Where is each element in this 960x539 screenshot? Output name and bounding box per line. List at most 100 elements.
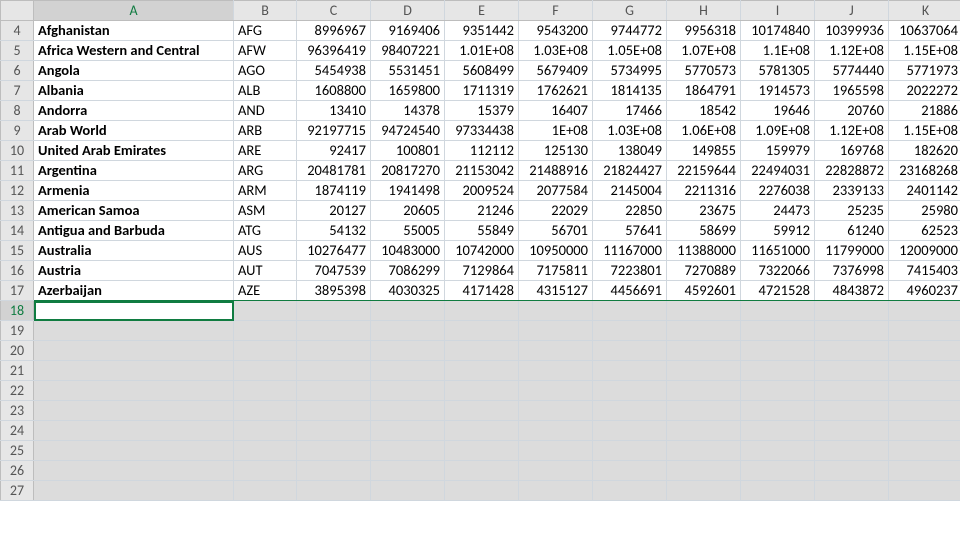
row-header[interactable]: 15 xyxy=(1,241,34,261)
cell-value[interactable]: 9169406 xyxy=(371,21,445,41)
col-header-F[interactable]: F xyxy=(519,1,593,21)
cell-value[interactable]: 9351442 xyxy=(445,21,519,41)
cell-value[interactable]: 11167000 xyxy=(593,241,667,261)
cell-value[interactable]: 5734995 xyxy=(593,61,667,81)
empty-cell[interactable] xyxy=(889,381,960,401)
empty-cell[interactable] xyxy=(741,361,815,381)
row-header[interactable]: 20 xyxy=(1,341,34,361)
cell-value[interactable]: 20817270 xyxy=(371,161,445,181)
empty-cell[interactable] xyxy=(593,321,667,341)
empty-cell[interactable] xyxy=(815,481,889,501)
empty-cell[interactable] xyxy=(667,361,741,381)
cell-value[interactable]: 55849 xyxy=(445,221,519,241)
cell-value[interactable]: 10276477 xyxy=(297,241,371,261)
cell-value[interactable]: 2022272 xyxy=(889,81,960,101)
empty-cell[interactable] xyxy=(519,401,593,421)
cell-value[interactable]: 159979 xyxy=(741,141,815,161)
row-header[interactable]: 21 xyxy=(1,361,34,381)
cell-value[interactable]: 96396419 xyxy=(297,41,371,61)
cell-country-code[interactable]: ARE xyxy=(234,141,297,161)
cell-value[interactable]: 15379 xyxy=(445,101,519,121)
cell-value[interactable]: 12009000 xyxy=(889,241,960,261)
empty-cell[interactable] xyxy=(741,461,815,481)
active-cell[interactable] xyxy=(34,301,234,321)
row-header[interactable]: 8 xyxy=(1,101,34,121)
cell-value[interactable]: 94724540 xyxy=(371,121,445,141)
cell-value[interactable]: 9543200 xyxy=(519,21,593,41)
empty-cell[interactable] xyxy=(234,401,297,421)
empty-cell[interactable] xyxy=(34,481,234,501)
empty-cell[interactable] xyxy=(667,381,741,401)
empty-cell[interactable] xyxy=(34,401,234,421)
empty-cell[interactable] xyxy=(371,421,445,441)
cell-country-name[interactable]: Armenia xyxy=(34,181,234,201)
empty-cell[interactable] xyxy=(445,381,519,401)
row-header[interactable]: 9 xyxy=(1,121,34,141)
cell-country-code[interactable]: AFW xyxy=(234,41,297,61)
empty-cell[interactable] xyxy=(297,341,371,361)
empty-cell[interactable] xyxy=(297,401,371,421)
empty-cell[interactable] xyxy=(741,401,815,421)
cell-country-code[interactable]: AUS xyxy=(234,241,297,261)
empty-cell[interactable] xyxy=(34,441,234,461)
cell-value[interactable]: 1941498 xyxy=(371,181,445,201)
col-header-D[interactable]: D xyxy=(371,1,445,21)
cell-value[interactable]: 1.12E+08 xyxy=(815,121,889,141)
empty-cell[interactable] xyxy=(34,461,234,481)
empty-cell[interactable] xyxy=(519,301,593,321)
cell-value[interactable]: 57641 xyxy=(593,221,667,241)
cell-value[interactable]: 62523 xyxy=(889,221,960,241)
cell-country-code[interactable]: AND xyxy=(234,101,297,121)
empty-cell[interactable] xyxy=(297,361,371,381)
cell-value[interactable]: 55005 xyxy=(371,221,445,241)
cell-value[interactable]: 10399936 xyxy=(815,21,889,41)
cell-value[interactable]: 25235 xyxy=(815,201,889,221)
cell-value[interactable]: 1.09E+08 xyxy=(741,121,815,141)
empty-cell[interactable] xyxy=(593,421,667,441)
select-all-corner[interactable] xyxy=(1,1,34,21)
empty-cell[interactable] xyxy=(445,461,519,481)
cell-value[interactable]: 1.03E+08 xyxy=(593,121,667,141)
cell-value[interactable]: 22029 xyxy=(519,201,593,221)
cell-value[interactable]: 4315127 xyxy=(519,281,593,301)
cell-value[interactable]: 21824427 xyxy=(593,161,667,181)
empty-cell[interactable] xyxy=(889,461,960,481)
cell-value[interactable]: 5608499 xyxy=(445,61,519,81)
empty-cell[interactable] xyxy=(234,481,297,501)
row-header[interactable]: 5 xyxy=(1,41,34,61)
cell-value[interactable]: 5771973 xyxy=(889,61,960,81)
empty-cell[interactable] xyxy=(815,381,889,401)
cell-value[interactable]: 4171428 xyxy=(445,281,519,301)
empty-cell[interactable] xyxy=(371,321,445,341)
cell-country-name[interactable]: United Arab Emirates xyxy=(34,141,234,161)
cell-value[interactable]: 92417 xyxy=(297,141,371,161)
cell-value[interactable]: 4592601 xyxy=(667,281,741,301)
cell-value[interactable]: 98407221 xyxy=(371,41,445,61)
empty-cell[interactable] xyxy=(815,441,889,461)
empty-cell[interactable] xyxy=(445,321,519,341)
empty-cell[interactable] xyxy=(741,321,815,341)
empty-cell[interactable] xyxy=(889,341,960,361)
empty-cell[interactable] xyxy=(889,481,960,501)
cell-value[interactable]: 92197715 xyxy=(297,121,371,141)
cell-value[interactable]: 1.03E+08 xyxy=(519,41,593,61)
empty-cell[interactable] xyxy=(297,381,371,401)
cell-value[interactable]: 1762621 xyxy=(519,81,593,101)
empty-cell[interactable] xyxy=(815,341,889,361)
empty-cell[interactable] xyxy=(234,441,297,461)
cell-value[interactable]: 4721528 xyxy=(741,281,815,301)
empty-cell[interactable] xyxy=(889,401,960,421)
cell-value[interactable]: 58699 xyxy=(667,221,741,241)
cell-country-code[interactable]: AZE xyxy=(234,281,297,301)
cell-value[interactable]: 7223801 xyxy=(593,261,667,281)
cell-value[interactable]: 112112 xyxy=(445,141,519,161)
cell-value[interactable]: 182620 xyxy=(889,141,960,161)
cell-value[interactable]: 23675 xyxy=(667,201,741,221)
empty-cell[interactable] xyxy=(34,381,234,401)
cell-value[interactable]: 1608800 xyxy=(297,81,371,101)
cell-value[interactable]: 7322066 xyxy=(741,261,815,281)
cell-value[interactable]: 18542 xyxy=(667,101,741,121)
cell-value[interactable]: 9956318 xyxy=(667,21,741,41)
cell-country-name[interactable]: Azerbaijan xyxy=(34,281,234,301)
cell-value[interactable]: 22159644 xyxy=(667,161,741,181)
